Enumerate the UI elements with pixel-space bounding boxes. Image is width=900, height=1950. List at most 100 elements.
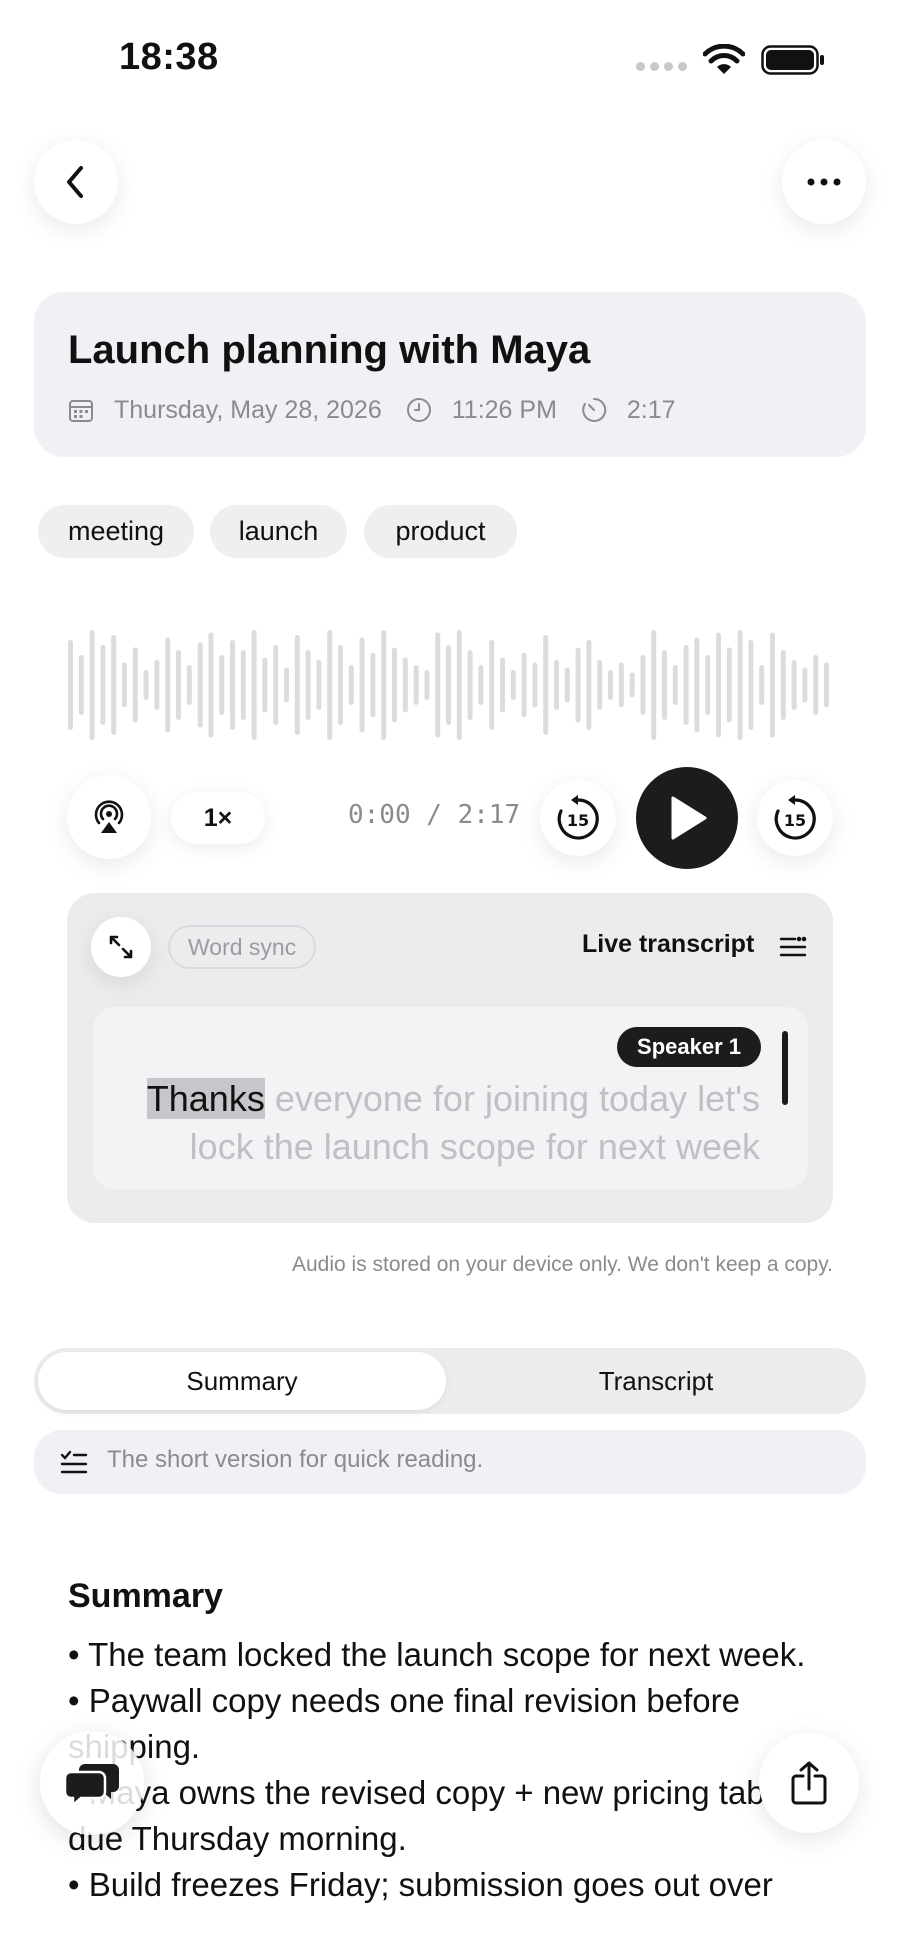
- recording-time: 11:26 PM: [451, 395, 557, 424]
- waveform-bar: [478, 665, 484, 705]
- skip-back-15-icon: 15: [557, 795, 599, 840]
- waveform-bar: [640, 655, 646, 715]
- wifi-icon: [703, 44, 745, 74]
- current-word[interactable]: Thanks: [146, 1078, 265, 1119]
- waveform-bar: [359, 637, 365, 733]
- waveform-bar: [694, 637, 700, 733]
- summary-bullet: • Maya owns the revised copy + new prici…: [68, 1774, 800, 1857]
- quote-lines-icon: [779, 935, 807, 964]
- battery-icon: [761, 45, 824, 75]
- summary-bullet: • Paywall copy needs one final revision …: [68, 1682, 740, 1765]
- waveform-bar: [273, 645, 279, 725]
- waveform-bar: [413, 665, 419, 705]
- waveform-bar: [683, 645, 689, 725]
- expand-transcript-button[interactable]: [91, 917, 151, 977]
- airplay-icon: [94, 800, 124, 833]
- transcript-caret: [782, 1031, 788, 1105]
- waveform-bar: [284, 667, 289, 703]
- checklist-icon: [60, 1450, 88, 1481]
- tag-launch[interactable]: launch: [210, 505, 347, 558]
- waveform-bar: [370, 652, 376, 718]
- playback-speed-button[interactable]: 1×: [171, 792, 265, 844]
- waveform-bar: [197, 642, 203, 728]
- transcript-line-1-rest: everyone for joining today let's: [264, 1078, 760, 1119]
- skip-back-label: 15: [567, 811, 589, 830]
- waveform-bar: [132, 647, 138, 723]
- share-button[interactable]: [759, 1733, 859, 1833]
- waveform-bar: [111, 635, 117, 735]
- waveform-bar: [608, 670, 613, 700]
- waveform-bar: [737, 630, 743, 740]
- waveform-bar: [716, 632, 721, 738]
- calendar-icon: [69, 400, 93, 422]
- waveform-bar: [456, 630, 462, 740]
- waveform-bar: [381, 630, 387, 740]
- play-button[interactable]: [636, 767, 738, 869]
- waveform-bar: [219, 655, 225, 715]
- waveform-bar: [424, 670, 430, 700]
- chat-button[interactable]: [40, 1731, 144, 1835]
- waveform-bar: [629, 672, 635, 698]
- skip-forward-label: 15: [784, 811, 806, 830]
- waveform-bar: [813, 655, 819, 715]
- waveform-bar: [791, 660, 797, 710]
- waveform-bar: [392, 647, 397, 723]
- tag-meeting[interactable]: meeting: [38, 505, 194, 558]
- play-icon: [671, 796, 707, 840]
- recording-meta: Thursday, May 28, 2026 11:26 PM 2:17: [68, 393, 700, 427]
- waveform-bar: [305, 650, 311, 720]
- recording-info-card: [34, 292, 866, 457]
- waveform-bar: [597, 660, 603, 710]
- airplay-button[interactable]: [67, 775, 151, 859]
- waveform-bar: [143, 670, 149, 700]
- expand-icon: [109, 935, 133, 959]
- skip-forward-15-icon: 15: [774, 795, 816, 840]
- waveform-bar: [662, 650, 667, 720]
- waveform-bar: [543, 635, 549, 735]
- waveform-bar: [294, 635, 300, 735]
- more-button[interactable]: [782, 140, 866, 224]
- audio-waveform[interactable]: [68, 620, 840, 750]
- recording-duration: 2:17: [626, 395, 676, 424]
- waveform-bar: [651, 630, 657, 740]
- waveform-bar: [230, 640, 235, 730]
- skip-forward-button[interactable]: 15: [757, 780, 833, 856]
- recording-title: Launch planning with Maya: [68, 328, 591, 372]
- waveform-bar: [251, 630, 257, 740]
- waveform-bar: [532, 662, 538, 708]
- share-icon: [791, 1761, 827, 1805]
- waveform-bar: [316, 660, 322, 710]
- tag-product[interactable]: product: [364, 505, 517, 558]
- waveform-bar: [208, 632, 214, 738]
- waveform-bar: [510, 670, 516, 700]
- waveform-bar: [780, 650, 786, 720]
- clock-icon: [406, 398, 431, 422]
- waveform-bar: [802, 667, 808, 703]
- speaker-badge: Speaker 1: [617, 1027, 761, 1067]
- tab-transcript[interactable]: Transcript: [450, 1352, 862, 1410]
- ellipsis-icon: [807, 178, 841, 186]
- summary-list: • The team locked the launch scope for n…: [68, 1632, 848, 1908]
- waveform-bar: [240, 650, 246, 720]
- tab-summary[interactable]: Summary: [38, 1352, 446, 1410]
- waveform-bar: [78, 655, 84, 715]
- waveform-bar: [348, 665, 354, 705]
- waveform-bar: [489, 640, 495, 730]
- summary-bullet: • Build freezes Friday; submission goes …: [68, 1866, 773, 1903]
- waveform-bar: [618, 662, 624, 708]
- waveform-bar: [435, 632, 441, 738]
- waveform-bar: [122, 662, 127, 708]
- summary-bullet: • The team locked the launch scope for n…: [68, 1636, 806, 1673]
- waveform-bar: [726, 647, 732, 723]
- playback-time: 0:00 / 2:17: [348, 800, 521, 830]
- word-sync-toggle[interactable]: Word sync: [168, 925, 317, 969]
- waveform-bar: [100, 645, 106, 725]
- summary-hint-text: The short version for quick reading.: [107, 1446, 484, 1473]
- summary-heading: Summary: [68, 1577, 223, 1615]
- back-button[interactable]: [34, 140, 118, 224]
- timer-icon: [582, 397, 607, 422]
- waveform-bar: [446, 645, 451, 725]
- skip-back-button[interactable]: 15: [540, 780, 616, 856]
- waveform-bar: [500, 657, 505, 713]
- chevron-left-icon: [67, 166, 83, 198]
